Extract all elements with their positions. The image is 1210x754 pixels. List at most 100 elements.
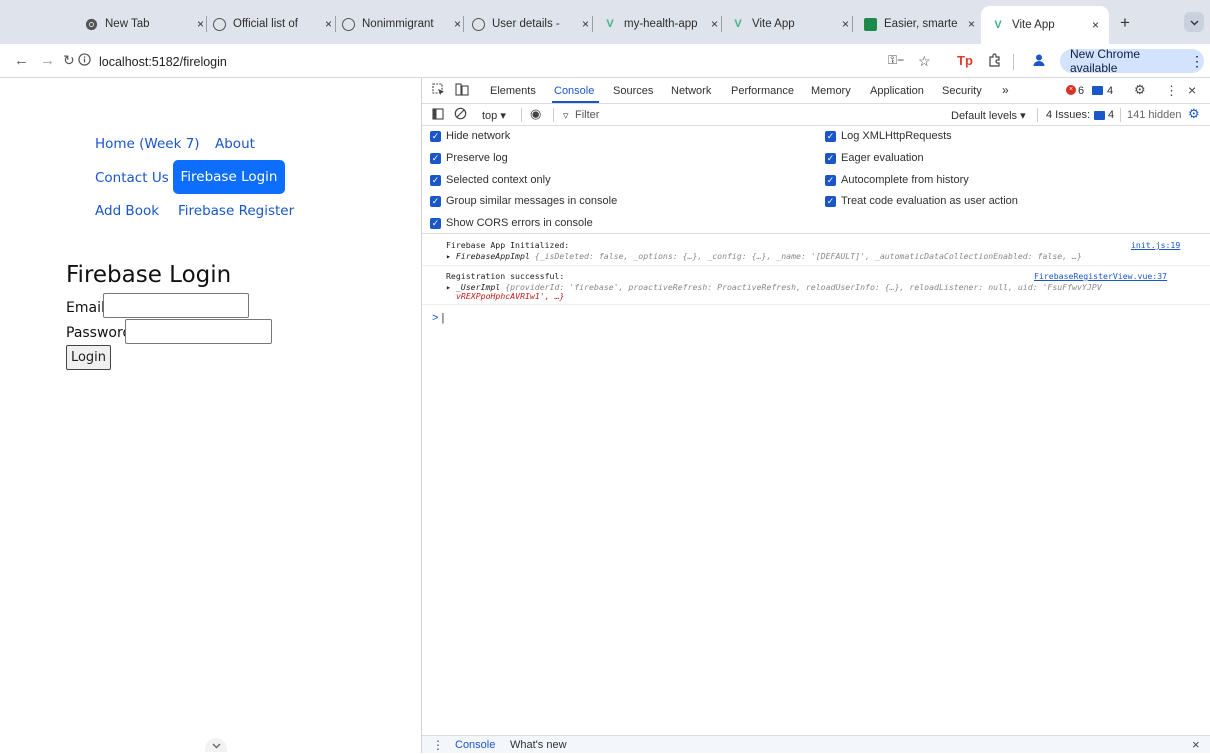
message-count[interactable]: 4: [1107, 85, 1113, 97]
close-icon[interactable]: ×: [197, 17, 204, 31]
star-icon[interactable]: ☆: [918, 53, 931, 70]
tab-user-details[interactable]: User details - ×: [471, 8, 589, 40]
context-selector[interactable]: top ▾: [482, 109, 506, 122]
tab-new-tab[interactable]: New Tab ×: [84, 8, 204, 40]
devtools-tab-security[interactable]: Security: [942, 85, 982, 97]
tab-easier-smarter[interactable]: Easier, smarte ×: [863, 8, 975, 40]
show-cors-checkbox[interactable]: ✓ Show CORS errors in console: [430, 217, 593, 229]
extension-tp-icon[interactable]: Tp: [957, 53, 973, 68]
close-icon[interactable]: ×: [711, 17, 718, 31]
new-chrome-available-button[interactable]: New Chrome available ⋮: [1060, 47, 1204, 75]
kebab-menu-icon[interactable]: ⋮: [1165, 83, 1178, 99]
tab-vite-app-active[interactable]: V Vite App ×: [981, 6, 1109, 44]
check-icon: ✓: [430, 174, 441, 186]
chevron-down-icon: [212, 736, 221, 754]
devtools-tab-elements[interactable]: Elements: [490, 85, 536, 97]
issues-count[interactable]: 4: [1108, 109, 1114, 121]
check-icon: ✓: [430, 130, 441, 142]
nav-about-link[interactable]: About: [215, 136, 255, 152]
url-text[interactable]: localhost:5182/firelogin: [99, 55, 227, 69]
email-input[interactable]: [103, 293, 249, 318]
close-devtools-icon[interactable]: ×: [1188, 82, 1196, 98]
tab-vite-app[interactable]: V Vite App ×: [731, 8, 849, 40]
close-icon[interactable]: ×: [325, 17, 332, 31]
globe-icon: [341, 17, 355, 31]
log-xhr-checkbox[interactable]: ✓ Log XMLHttpRequests: [825, 130, 952, 142]
devtools-tab-console[interactable]: Console: [554, 85, 594, 97]
drawer-menu-icon[interactable]: ⋮: [432, 738, 444, 752]
devtools-tab-performance[interactable]: Performance: [731, 85, 794, 97]
back-arrow-icon[interactable]: ←: [14, 52, 29, 69]
expand-triangle-icon[interactable]: ▸: [446, 282, 451, 292]
nav-add-book-link[interactable]: Add Book: [95, 203, 159, 219]
device-toolbar-icon[interactable]: [455, 83, 469, 99]
reload-icon[interactable]: ↻: [63, 52, 75, 69]
eye-icon[interactable]: ◉: [530, 106, 541, 122]
filter-input[interactable]: Filter: [575, 109, 599, 121]
clear-console-icon[interactable]: [454, 107, 467, 123]
puzzle-icon[interactable]: [988, 53, 1002, 70]
devtools-panel: Elements Console Sources Network Perform…: [421, 78, 1210, 753]
check-icon: ✓: [825, 152, 836, 164]
close-icon[interactable]: ×: [1092, 18, 1099, 32]
address-bar[interactable]: localhost:5182/firelogin: [78, 48, 858, 75]
info-icon[interactable]: [78, 52, 91, 71]
forward-arrow-icon[interactable]: →: [40, 52, 55, 69]
close-icon[interactable]: ×: [454, 17, 461, 31]
console-object-continuation: vREXPpoHphcAVRIw1', …}: [456, 291, 565, 301]
eager-evaluation-checkbox[interactable]: ✓ Eager evaluation: [825, 152, 924, 164]
console-settings-gear-icon[interactable]: ⚙: [1188, 106, 1200, 122]
tab-strip: New Tab × Official list of × Nonimmigran…: [0, 0, 1210, 44]
treat-code-checkbox[interactable]: ✓ Treat code evaluation as user action: [825, 195, 1018, 207]
profile-icon[interactable]: [1032, 53, 1046, 70]
drawer-tab-console[interactable]: Console: [455, 739, 495, 751]
close-drawer-icon[interactable]: ×: [1192, 737, 1200, 752]
error-count[interactable]: 6: [1078, 85, 1084, 97]
check-icon: ✓: [430, 217, 441, 229]
password-input[interactable]: [125, 319, 272, 344]
source-link[interactable]: init.js:19: [1131, 240, 1180, 250]
settings-gear-icon[interactable]: ⚙: [1134, 82, 1146, 98]
scroll-down-indicator[interactable]: [205, 738, 227, 752]
nav-home-link[interactable]: Home (Week 7): [95, 136, 200, 152]
drawer-tab-whats-new[interactable]: What's new: [510, 739, 567, 751]
tab-official-list[interactable]: Official list of ×: [212, 8, 332, 40]
tab-my-health-app[interactable]: V my-health-app ×: [603, 8, 718, 40]
devtools-drawer: ⋮ Console What's new ×: [422, 735, 1210, 753]
tab-nonimmigrant[interactable]: Nonimmigrant ×: [341, 8, 461, 40]
message-icon[interactable]: [1092, 86, 1103, 95]
close-icon[interactable]: ×: [842, 17, 849, 31]
devtools-tab-network[interactable]: Network: [671, 85, 711, 97]
devtools-tab-bar: Elements Console Sources Network Perform…: [422, 78, 1210, 104]
nav-firebase-register-link[interactable]: Firebase Register: [178, 203, 294, 219]
vue-icon: V: [606, 18, 614, 30]
group-similar-checkbox[interactable]: ✓ Group similar messages in console: [430, 195, 617, 207]
kebab-menu-icon: ⋮: [1190, 52, 1204, 69]
autocomplete-checkbox[interactable]: ✓ Autocomplete from history: [825, 174, 969, 186]
console-prompt[interactable]: > |: [432, 312, 444, 324]
close-icon[interactable]: ×: [968, 17, 975, 31]
nav-firebase-login-link[interactable]: Firebase Login: [173, 160, 285, 194]
console-object[interactable]: ▸ FirebaseAppImpl {_isDeleted: false, _o…: [446, 251, 1206, 261]
selected-context-checkbox[interactable]: ✓ Selected context only: [430, 174, 551, 186]
devtools-tab-application[interactable]: Application: [870, 85, 924, 97]
inspect-element-icon[interactable]: [432, 83, 445, 99]
error-icon[interactable]: ×: [1066, 85, 1076, 95]
log-levels-dropdown[interactable]: Default levels ▾: [951, 109, 1026, 122]
source-link[interactable]: FirebaseRegisterView.vue:37: [1034, 271, 1167, 281]
sidebar-toggle-icon[interactable]: [432, 108, 444, 123]
tab-search-button[interactable]: [1184, 12, 1204, 32]
console-message: Firebase App Initialized:: [446, 240, 570, 250]
key-icon[interactable]: ⚿−: [888, 53, 904, 68]
new-tab-button[interactable]: +: [1120, 13, 1130, 33]
hide-network-checkbox[interactable]: ✓ Hide network: [430, 130, 510, 142]
close-icon[interactable]: ×: [582, 17, 589, 31]
preserve-log-checkbox[interactable]: ✓ Preserve log: [430, 152, 508, 164]
nav-contact-link[interactable]: Contact Us: [95, 170, 169, 186]
devtools-tab-memory[interactable]: Memory: [811, 85, 851, 97]
login-button[interactable]: Login: [66, 345, 111, 370]
expand-triangle-icon[interactable]: ▸: [446, 251, 451, 261]
issues-label[interactable]: 4 Issues:: [1046, 109, 1090, 121]
devtools-tab-sources[interactable]: Sources: [613, 85, 653, 97]
more-tabs-button[interactable]: »: [1002, 83, 1009, 97]
